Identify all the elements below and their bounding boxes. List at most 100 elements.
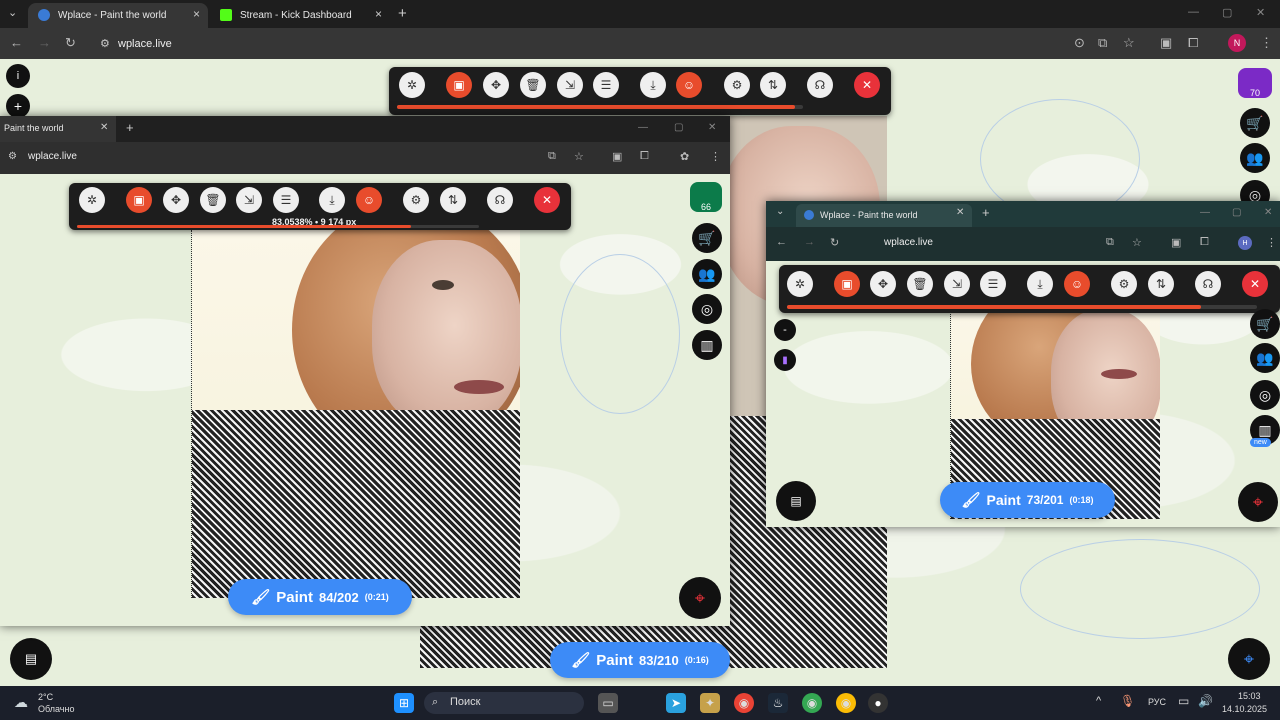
zoom-out-button[interactable]: - [774, 319, 796, 341]
download-icon[interactable]: ⤓ [640, 72, 666, 98]
forward-icon[interactable]: → [38, 35, 51, 50]
chrome-profile-icon[interactable]: ◉ [802, 693, 822, 713]
url-text[interactable]: wplace.live [28, 151, 77, 162]
install-icon[interactable]: ⧉ [548, 150, 556, 163]
site-info-icon[interactable]: ⚙ [100, 37, 110, 50]
forward-icon[interactable]: → [804, 236, 815, 248]
extension-icon[interactable]: ✿ [680, 150, 689, 163]
reload-icon[interactable]: ↻ [65, 35, 76, 51]
location-icon[interactable]: ⊙ [1074, 35, 1085, 51]
info-button[interactable]: i [6, 64, 30, 88]
extensions-icon[interactable]: ⧠ [1188, 35, 1198, 51]
resize-icon[interactable]: ⇲ [944, 271, 970, 297]
extension-badge-icon[interactable]: ▣ [1171, 236, 1181, 249]
user-avatar-badge[interactable]: 70 [1238, 68, 1272, 98]
minimize-button[interactable]: — [1200, 207, 1210, 218]
locate-icon[interactable]: ⌖ [1238, 482, 1278, 522]
menu-icon[interactable]: ⋮ [710, 150, 721, 163]
clock-time[interactable]: 15:03 [1238, 691, 1261, 701]
extensions-icon[interactable]: ⧠ [640, 150, 649, 163]
maximize-button[interactable]: ▢ [674, 122, 683, 133]
shop-cart-icon[interactable]: 🛒 [692, 223, 722, 253]
move-icon[interactable]: ✥ [870, 271, 896, 297]
bot-icon[interactable]: ☺ [676, 72, 702, 98]
move-icon[interactable]: ✥ [163, 187, 189, 213]
layers-icon[interactable]: ☰ [593, 72, 619, 98]
bookmark-star-icon[interactable]: ☆ [1132, 236, 1142, 249]
sort-icon[interactable]: ⇅ [440, 187, 466, 213]
bot-icon[interactable]: ☺ [1064, 271, 1090, 297]
task-view-icon[interactable]: ▭ [598, 693, 618, 713]
gear-icon[interactable]: ⚙ [403, 187, 429, 213]
alliance-icon[interactable]: 👥 [1240, 143, 1270, 173]
obs-icon[interactable]: ● [868, 693, 888, 713]
tab-list-button[interactable]: ⌄ [8, 6, 17, 19]
gear-icon[interactable]: ⚙ [724, 72, 750, 98]
bookmark-star-icon[interactable]: ☆ [574, 150, 584, 163]
zoom-in-button[interactable]: + [6, 94, 30, 118]
search-map-icon[interactable]: ◎ [1250, 380, 1280, 410]
close-icon[interactable]: ✕ [854, 72, 880, 98]
menu-icon[interactable]: ⋮ [1260, 35, 1273, 51]
extension-badge-icon[interactable]: ▣ [612, 150, 622, 163]
user-avatar-badge[interactable]: 66 [690, 182, 722, 212]
back-icon[interactable]: ← [10, 35, 23, 50]
back-icon[interactable]: ← [776, 236, 787, 248]
chrome-beta-icon[interactable]: ◉ [836, 693, 856, 713]
telegram-icon[interactable]: ➤ [666, 693, 686, 713]
close-window-button[interactable]: ✕ [1256, 6, 1265, 19]
site-info-icon[interactable]: ⚙ [8, 151, 17, 162]
language-indicator[interactable]: РУС [1148, 697, 1166, 707]
tab-list-button[interactable]: ⌄ [776, 206, 784, 217]
download-icon[interactable]: ⤓ [1027, 271, 1053, 297]
shop-cart-icon[interactable]: 🛒 [1240, 108, 1270, 138]
close-tab-icon[interactable]: ✕ [956, 207, 964, 218]
maximize-button[interactable]: ▢ [1222, 6, 1232, 19]
tray-chevron-icon[interactable]: ^ [1096, 695, 1101, 707]
app-icon[interactable]: ✦ [700, 693, 720, 713]
layers-icon[interactable]: ☰ [273, 187, 299, 213]
maximize-button[interactable]: ▢ [1232, 207, 1241, 218]
alliance-icon[interactable]: 👥 [692, 259, 722, 289]
volume-icon[interactable]: 🔊 [1198, 694, 1213, 708]
resize-icon[interactable]: ⇲ [557, 72, 583, 98]
shop-cart-icon[interactable]: 🛒 [1250, 309, 1280, 339]
start-button[interactable]: ⊞ [394, 693, 414, 713]
blueprint-icon[interactable]: ✲ [79, 187, 105, 213]
paint-button-main[interactable]: 🖌 Paint 83/210 (0:16) [550, 642, 730, 678]
install-icon[interactable]: ⧉ [1106, 236, 1114, 249]
chrome-icon[interactable]: ◉ [734, 693, 754, 713]
locate-icon[interactable]: ⌖ [1228, 638, 1270, 680]
alliance-icon[interactable]: 👥 [1250, 343, 1280, 373]
weather-icon[interactable]: ☁ [14, 694, 28, 711]
steam-icon[interactable]: ♨ [768, 693, 788, 713]
profile-avatar[interactable]: N [1228, 34, 1246, 52]
new-tab-button[interactable]: + [126, 120, 134, 135]
new-tab-button[interactable]: + [982, 205, 990, 220]
install-icon[interactable]: ⧉ [1098, 35, 1107, 51]
clock-date[interactable]: 14.10.2025 [1222, 704, 1267, 714]
tab-kick[interactable]: Stream - Kick Dashboard × [210, 3, 390, 28]
close-icon[interactable]: ✕ [534, 187, 560, 213]
discord-icon[interactable]: ☊ [487, 187, 513, 213]
trash-icon[interactable]: 🗑 [200, 187, 226, 213]
paint-button-b[interactable]: 🖌 Paint 73/201 (0:18) [940, 482, 1115, 518]
url-text[interactable]: wplace.live [884, 237, 933, 248]
image-icon[interactable]: ▣ [126, 187, 152, 213]
extension-badge-icon[interactable]: ▣ [1160, 35, 1172, 51]
trash-icon[interactable]: 🗑 [520, 72, 546, 98]
bot-icon[interactable]: ☺ [356, 187, 382, 213]
close-tab-icon[interactable]: ✕ [100, 122, 108, 133]
paint-button-a[interactable]: 🖌 Paint 84/202 (0:21) [228, 579, 412, 615]
twitch-icon[interactable]: ▮ [774, 349, 796, 371]
bookmark-star-icon[interactable]: ☆ [1123, 35, 1135, 51]
minimize-button[interactable]: — [638, 122, 648, 133]
taskbar-search[interactable]: ⌕ Поиск [424, 692, 584, 714]
move-icon[interactable]: ✥ [483, 72, 509, 98]
image-icon[interactable]: ▣ [834, 271, 860, 297]
microphone-icon[interactable]: 🎙 [1120, 694, 1135, 708]
locate-icon[interactable]: ⌖ [679, 577, 721, 619]
layers-icon[interactable]: ☰ [980, 271, 1006, 297]
extensions-icon[interactable]: ⧠ [1200, 236, 1209, 249]
gear-icon[interactable]: ⚙ [1111, 271, 1137, 297]
